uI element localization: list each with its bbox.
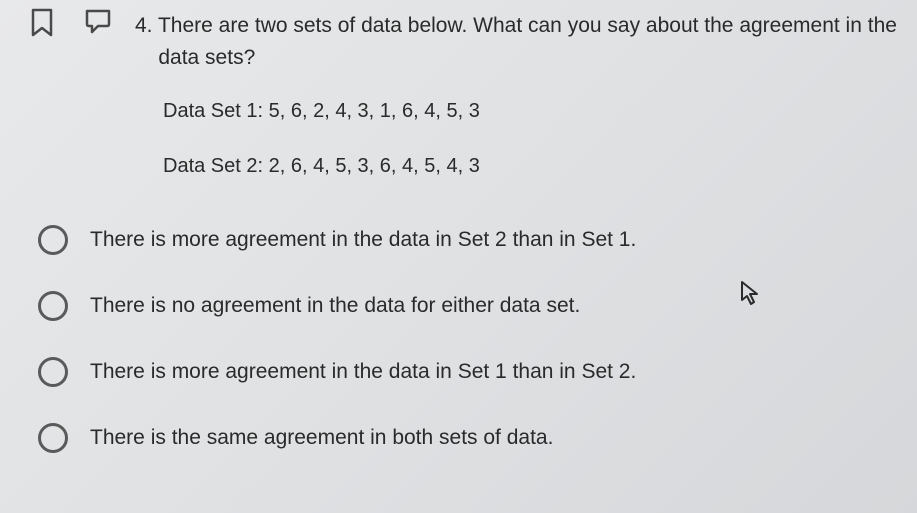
question-text: 4. There are two sets of data below. Wha… — [135, 10, 897, 73]
option-label: There is no agreement in the data for ei… — [90, 294, 580, 318]
question-line1: There are two sets of data below. What c… — [158, 14, 897, 37]
data-set-2: Data Set 2: 2, 6, 4, 5, 3, 6, 4, 5, 4, 3 — [163, 155, 480, 178]
question-line2: data sets? — [158, 46, 255, 69]
bookmark-icon[interactable] — [30, 8, 54, 38]
option-4[interactable]: There is the same agreement in both sets… — [38, 423, 897, 453]
option-3[interactable]: There is more agreement in the data in S… — [38, 357, 897, 387]
answer-options: There is more agreement in the data in S… — [38, 225, 897, 489]
mouse-cursor-icon — [740, 280, 760, 311]
radio-icon[interactable] — [38, 291, 68, 321]
option-label: There is more agreement in the data in S… — [90, 228, 636, 252]
radio-icon[interactable] — [38, 357, 68, 387]
radio-icon[interactable] — [38, 423, 68, 453]
option-label: There is the same agreement in both sets… — [90, 426, 553, 450]
option-2[interactable]: There is no agreement in the data for ei… — [38, 291, 897, 321]
radio-icon[interactable] — [38, 225, 68, 255]
question-number: 4. — [135, 14, 153, 37]
option-1[interactable]: There is more agreement in the data in S… — [38, 225, 897, 255]
option-label: There is more agreement in the data in S… — [90, 360, 636, 384]
note-icon[interactable] — [84, 8, 112, 34]
question-toolbar — [30, 8, 112, 38]
question-data: Data Set 1: 5, 6, 2, 4, 3, 1, 6, 4, 5, 3… — [163, 100, 480, 210]
data-set-1: Data Set 1: 5, 6, 2, 4, 3, 1, 6, 4, 5, 3 — [163, 100, 480, 123]
